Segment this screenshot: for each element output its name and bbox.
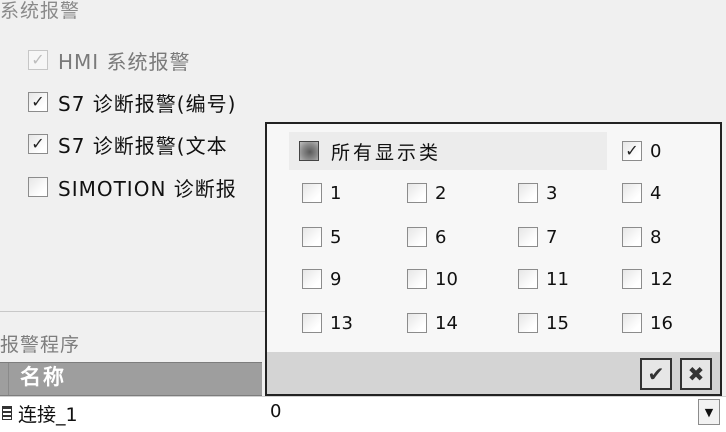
display-class-1[interactable]: 1 [302, 180, 341, 206]
display-class-5[interactable]: 5 [302, 224, 341, 250]
display-class-checkbox[interactable] [302, 183, 322, 203]
section-title-system-alarms: 系统报警 [0, 0, 81, 22]
display-class-checkbox[interactable] [407, 183, 427, 203]
option-simotion-diag[interactable]: SIMOTION 诊断报 [28, 174, 237, 201]
display-class-checkbox[interactable] [622, 141, 642, 161]
display-class-checkbox[interactable] [407, 313, 427, 333]
display-class-checkbox[interactable] [302, 269, 322, 289]
display-class-checkbox[interactable] [518, 227, 538, 247]
s7-diag-number-checkbox[interactable] [28, 92, 48, 112]
chevron-down-icon: ▼ [704, 405, 714, 419]
display-class-13[interactable]: 13 [302, 310, 353, 336]
display-class-checkbox[interactable] [302, 227, 322, 247]
cross-icon: ✖ [687, 362, 705, 386]
hmi-alarm-checkbox [28, 50, 48, 70]
display-class-checkbox[interactable] [407, 227, 427, 247]
row-handle-icon [2, 406, 12, 420]
section-divider [0, 311, 270, 312]
display-class-checkbox[interactable] [518, 183, 538, 203]
display-class-14[interactable]: 14 [407, 310, 458, 336]
partial-selection-checkbox[interactable] [299, 141, 319, 161]
simotion-diag-checkbox[interactable] [28, 177, 48, 197]
display-class-10[interactable]: 10 [407, 266, 458, 292]
display-class-label: 2 [435, 182, 447, 204]
display-class-label: 0 [650, 140, 662, 162]
display-class-label: 10 [435, 268, 458, 290]
checkmark-icon: ✔ [647, 362, 665, 386]
display-class-label: 11 [546, 268, 569, 290]
display-class-label: 16 [650, 312, 673, 334]
table-header: 名称 [0, 362, 262, 396]
display-class-label: 1 [330, 182, 342, 204]
display-class-checkbox[interactable] [622, 313, 642, 333]
display-class-7[interactable]: 7 [518, 224, 557, 250]
display-class-label: 9 [330, 268, 342, 290]
display-class-12[interactable]: 12 [622, 266, 673, 292]
display-class-6[interactable]: 6 [407, 224, 446, 250]
display-class-label: 8 [650, 226, 662, 248]
display-class-label: 3 [546, 182, 558, 204]
display-class-label: 7 [546, 226, 558, 248]
display-class-label: 15 [546, 312, 569, 334]
display-class-checkbox[interactable] [622, 183, 642, 203]
cancel-button[interactable]: ✖ [680, 358, 712, 390]
all-display-classes-label: 所有显示类 [331, 141, 442, 164]
header-row-handle [0, 363, 9, 395]
display-class-checkbox[interactable] [518, 269, 538, 289]
table-row[interactable]: 连接_1 0 ▼ [0, 396, 726, 432]
display-class-checkbox[interactable] [407, 269, 427, 289]
option-s7-diag-number[interactable]: S7 诊断报警(编号) [28, 89, 237, 116]
display-class-0[interactable]: 0 [622, 138, 661, 164]
display-class-checkbox[interactable] [518, 313, 538, 333]
column-header-name[interactable]: 名称 [20, 361, 66, 391]
display-class-3[interactable]: 3 [518, 180, 557, 206]
option-label: S7 诊断报警(文本 [58, 133, 228, 158]
display-class-label: 4 [650, 182, 662, 204]
popup-footer: ✔ ✖ [267, 352, 720, 394]
display-class-label: 6 [435, 226, 447, 248]
display-class-label: 14 [435, 312, 458, 334]
display-class-4[interactable]: 4 [622, 180, 661, 206]
display-class-checkbox[interactable] [622, 227, 642, 247]
display-class-15[interactable]: 15 [518, 310, 569, 336]
display-class-16[interactable]: 16 [622, 310, 673, 336]
display-class-2[interactable]: 2 [407, 180, 446, 206]
section-title-alarm-program: 报警程序 [0, 334, 81, 356]
row-name[interactable]: 连接_1 [18, 400, 78, 427]
option-label: S7 诊断报警(编号) [58, 91, 237, 116]
display-class-checkbox[interactable] [302, 313, 322, 333]
option-label: SIMOTION 诊断报 [58, 176, 237, 201]
display-class-checkbox[interactable] [622, 269, 642, 289]
option-label: HMI 系统报警 [58, 49, 191, 74]
display-class-label: 13 [330, 312, 353, 334]
display-class-label: 12 [650, 268, 673, 290]
display-class-popup: 所有显示类 0 1 2 3 4 5 6 7 8 9 10 11 12 13 14… [265, 122, 722, 396]
display-class-8[interactable]: 8 [622, 224, 661, 250]
ok-button[interactable]: ✔ [640, 358, 672, 390]
s7-diag-text-checkbox[interactable] [28, 134, 48, 154]
all-display-classes-option[interactable]: 所有显示类 [289, 132, 607, 170]
display-class-11[interactable]: 11 [518, 266, 569, 292]
option-s7-diag-text[interactable]: S7 诊断报警(文本 [28, 131, 228, 158]
option-hmi-system-alarm: HMI 系统报警 [28, 47, 191, 74]
dropdown-button[interactable]: ▼ [698, 399, 720, 425]
row-value-field[interactable]: 0 [270, 401, 281, 422]
display-class-9[interactable]: 9 [302, 266, 341, 292]
display-class-label: 5 [330, 226, 342, 248]
